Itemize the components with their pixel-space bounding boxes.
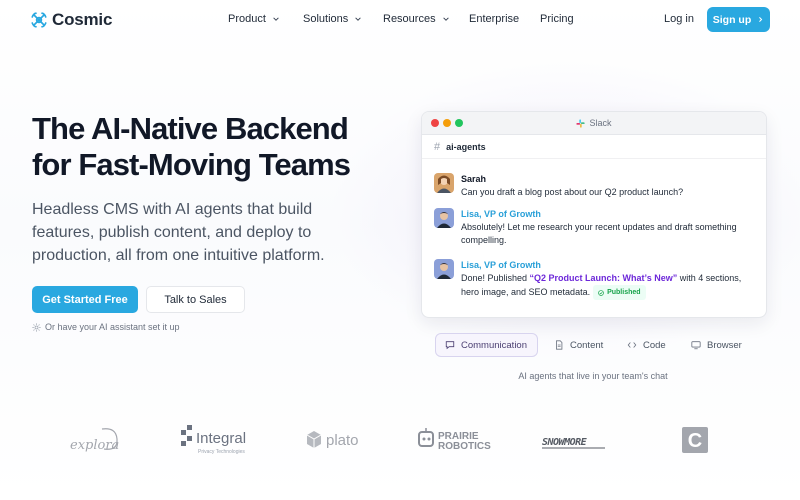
explora-logo: explora xyxy=(68,420,124,460)
integral-logo-tagline: Privacy Technologies xyxy=(198,449,245,455)
message-author: Lisa, VP of Growth xyxy=(461,209,541,219)
integral-logo: Integral Privacy Technologies xyxy=(181,420,253,460)
plato-logo-text: plato xyxy=(326,432,359,449)
tab-code-label: Code xyxy=(643,339,666,351)
top-navigation: Cosmic Product Solutions Resources Enter… xyxy=(0,0,800,40)
plato-logo-icon: plato xyxy=(306,431,359,449)
chevron-right-icon xyxy=(759,17,763,22)
slack-demo-window: Slack # ai-agents Sarah Can you draft a … xyxy=(421,111,767,318)
published-post-title[interactable]: “Q2 Product Launch: What’s New” xyxy=(530,273,678,283)
channel-name: ai-agents xyxy=(446,141,486,152)
prairie-logo-line2: ROBOTICS xyxy=(438,441,491,452)
tab-caption: AI agents that live in your team's chat xyxy=(518,371,668,381)
window-title: Slack xyxy=(422,118,766,128)
tab-communication-label: Communication xyxy=(461,339,527,351)
explora-logo-text: explora xyxy=(70,438,119,453)
chat-icon xyxy=(445,341,455,350)
message-text: Absolutely! Let me research your recent … xyxy=(461,222,737,245)
window-titlebar: Slack xyxy=(422,112,766,135)
tab-browser-label: Browser xyxy=(707,339,742,351)
ai-setup-hint[interactable]: Or have your AI assistant set it up xyxy=(32,322,180,332)
message-author: Lisa, VP of Growth xyxy=(461,260,541,270)
tab-content-label: Content xyxy=(570,339,604,351)
message-text-before: Done! Published xyxy=(461,273,530,283)
tab-communication[interactable]: Communication xyxy=(435,333,538,357)
avatar-lisa xyxy=(434,208,454,228)
published-badge: Published xyxy=(593,285,646,300)
document-icon xyxy=(556,340,563,350)
message-item: Sarah Can you draft a blog post about ou… xyxy=(434,173,761,199)
user-avatar-icon xyxy=(434,259,454,279)
nav-pricing[interactable]: Pricing xyxy=(540,13,574,25)
c-logo-text: C xyxy=(688,430,702,452)
tab-content[interactable]: Content xyxy=(545,333,612,357)
integral-logo-text: Integral xyxy=(196,430,246,447)
message-author: Sarah xyxy=(461,174,487,184)
login-link[interactable]: Log in xyxy=(664,13,694,25)
prairie-robotics-logo: PRAIRIE ROBOTICS xyxy=(417,420,497,460)
plato-logo: plato xyxy=(306,420,366,460)
nav-product-label: Product xyxy=(228,13,266,25)
message-text: Done! Published “Q2 Product Launch: What… xyxy=(461,272,761,300)
brand-logo[interactable]: Cosmic xyxy=(30,10,112,30)
brand-name: Cosmic xyxy=(52,10,113,29)
c-logo: C xyxy=(682,420,708,460)
hash-icon: # xyxy=(434,140,441,153)
tab-code[interactable]: Code xyxy=(618,333,675,357)
hero-title-line1: The AI-Native Backend xyxy=(32,111,349,146)
c-logo-icon: C xyxy=(682,427,708,453)
hero-title: The AI-Native Backend for Fast-Moving Te… xyxy=(32,111,351,183)
message-item: Lisa, VP of Growth Absolutely! Let me re… xyxy=(434,208,761,247)
monitor-icon xyxy=(691,341,701,350)
message-item: Lisa, VP of Growth Done! Published “Q2 P… xyxy=(434,259,761,300)
signup-label: Sign up xyxy=(712,13,752,26)
chevron-down-icon xyxy=(442,17,449,21)
slack-icon xyxy=(576,118,586,128)
tab-browser[interactable]: Browser xyxy=(682,333,751,357)
chevron-down-icon xyxy=(355,17,362,21)
prairie-robotics-logo-icon: PRAIRIE ROBOTICS xyxy=(418,428,491,452)
hero-subtitle: Headless CMS with AI agents that build f… xyxy=(32,201,325,264)
nav-resources-label: Resources xyxy=(383,13,436,25)
sparkle-icon xyxy=(32,322,41,332)
snowmore-logo: SNOWMORE xyxy=(541,420,609,460)
message-body: Lisa, VP of Growth Done! Published “Q2 P… xyxy=(461,259,761,300)
message-body: Sarah Can you draft a blog post about ou… xyxy=(461,173,761,199)
signup-button[interactable]: Sign up xyxy=(707,7,770,32)
nav-enterprise[interactable]: Enterprise xyxy=(469,13,519,25)
code-icon xyxy=(627,342,637,348)
hero-title-line2: for Fast-Moving Teams xyxy=(32,147,351,182)
message-body: Lisa, VP of Growth Absolutely! Let me re… xyxy=(461,208,761,247)
avatar-sarah xyxy=(434,173,454,193)
message-text: Can you draft a blog post about our Q2 p… xyxy=(461,187,684,197)
integral-logo-icon: Integral Privacy Technologies xyxy=(181,425,246,455)
snowmore-logo-icon: SNOWMORE xyxy=(542,437,605,449)
get-started-button[interactable]: Get Started Free xyxy=(32,286,138,313)
chevron-down-icon xyxy=(273,17,279,21)
talk-to-sales-button[interactable]: Talk to Sales xyxy=(146,286,245,313)
snowmore-logo-text: SNOWMORE xyxy=(542,437,588,448)
nav-product[interactable]: Product xyxy=(228,13,280,25)
published-badge-label: Published xyxy=(607,289,641,296)
nav-solutions[interactable]: Solutions xyxy=(303,13,362,25)
nav-resources[interactable]: Resources xyxy=(383,13,450,25)
check-circle-icon xyxy=(598,289,604,296)
nav-pricing-label: Pricing xyxy=(540,13,574,25)
customer-logos: explora Integral Privacy Technologies pl… xyxy=(0,420,800,460)
nav-enterprise-label: Enterprise xyxy=(469,13,520,25)
user-avatar-icon xyxy=(434,208,454,228)
channel-header[interactable]: # ai-agents xyxy=(422,135,766,159)
nav-solutions-label: Solutions xyxy=(303,13,349,25)
ai-setup-hint-label: Or have your AI assistant set it up xyxy=(45,322,180,332)
user-avatar-icon xyxy=(434,173,454,193)
window-title-label: Slack xyxy=(589,118,612,128)
avatar-lisa xyxy=(434,259,454,279)
cosmic-logo-icon xyxy=(31,12,47,28)
explora-logo-icon: explora xyxy=(70,428,119,453)
